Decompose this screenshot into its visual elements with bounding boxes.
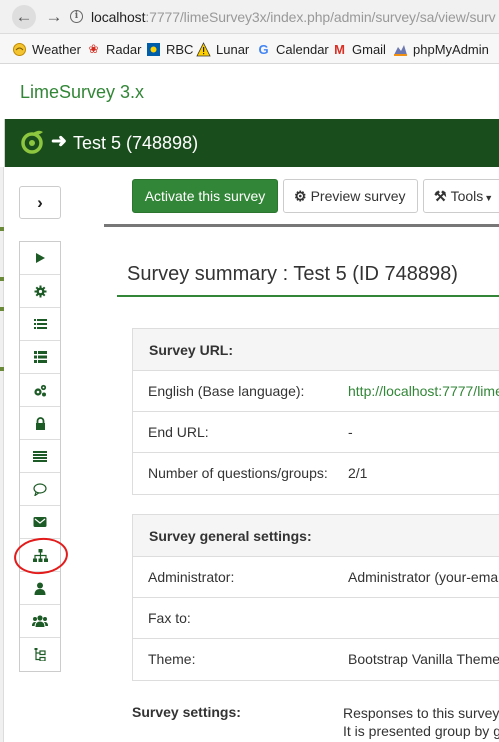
quick-menu-item-email[interactable] xyxy=(20,506,60,539)
toolbar-divider xyxy=(104,224,499,227)
survey-general-settings-panel: Survey general settings: Administrator: … xyxy=(132,514,499,681)
bookmark-gmail[interactable]: M Gmail xyxy=(332,42,386,57)
bookmarks-bar: Weather ❀ Radar RBC Lunar G Calendar M Gmai… xyxy=(0,34,499,64)
row-label: Fax to: xyxy=(148,610,191,626)
row-label: Theme: xyxy=(148,651,196,667)
survey-settings-text: Responses to this survey It is presented… xyxy=(343,705,499,739)
quick-menu-item-settings[interactable] xyxy=(20,275,60,308)
table-row: Administrator: Administrator (your-ema xyxy=(133,557,499,598)
google-icon: G xyxy=(258,42,269,57)
play-icon xyxy=(36,253,45,263)
quick-menu-item-participant[interactable] xyxy=(20,572,60,605)
sidemenu-toggle-button[interactable]: › xyxy=(19,186,61,219)
list-icon xyxy=(33,319,47,329)
forward-arrow-icon[interactable]: → xyxy=(42,5,66,29)
back-arrow-icon[interactable]: ← xyxy=(12,5,36,29)
row-label: Number of questions/groups: xyxy=(148,465,328,481)
bookmark-radar[interactable]: ❀ Radar xyxy=(86,42,141,57)
row-label: English (Base language): xyxy=(148,383,305,399)
quick-menu-item-list-alt[interactable] xyxy=(20,341,60,374)
bookmark-rbc[interactable]: RBC xyxy=(146,42,193,57)
list-alt-icon xyxy=(33,351,47,363)
row-label: Administrator: xyxy=(148,569,235,585)
gear-icon: ⚙ xyxy=(294,188,307,204)
app-brand[interactable]: LimeSurvey 3.x xyxy=(20,82,144,103)
activate-survey-button[interactable]: Activate this survey xyxy=(132,179,278,213)
cogs-icon xyxy=(34,384,47,396)
info-icon[interactable]: i xyxy=(70,10,83,23)
quick-menu-item-text[interactable] xyxy=(20,440,60,473)
table-row: English (Base language): http://localhos… xyxy=(133,371,499,412)
panel-heading: Survey URL: xyxy=(133,329,499,371)
table-row: Theme: Bootstrap Vanilla Theme xyxy=(133,639,499,680)
table-row: Number of questions/groups: 2/1 xyxy=(133,453,499,494)
quick-menu-item-comments[interactable] xyxy=(20,473,60,506)
bars-icon xyxy=(33,450,47,462)
row-value: Bootstrap Vanilla Theme xyxy=(348,651,499,667)
survey-title-bar: ➜ Test 5 (748898) xyxy=(4,119,499,167)
gear-icon xyxy=(34,285,46,297)
row-value: 2/1 xyxy=(348,465,368,481)
arrow-right-icon: ➜ xyxy=(51,131,67,152)
row-value: - xyxy=(348,424,353,440)
preview-survey-button[interactable]: ⚙ Preview survey xyxy=(283,179,418,213)
chevron-right-icon: › xyxy=(37,193,43,212)
survey-url-panel: Survey URL: English (Base language): htt… xyxy=(132,328,499,495)
weather-icon xyxy=(12,42,27,57)
row-label: End URL: xyxy=(148,424,209,440)
browser-address-bar: ← → i localhost:7777/limeSurvey3x/index.… xyxy=(0,0,499,34)
tools-dropdown-button[interactable]: ⚒ Tools▼ xyxy=(423,179,499,213)
quick-menu-item-security[interactable] xyxy=(20,407,60,440)
limesurvey-logo-icon[interactable] xyxy=(19,129,45,155)
table-row: End URL: - xyxy=(133,412,499,453)
quick-menu-item-participants[interactable] xyxy=(20,605,60,638)
user-icon xyxy=(34,582,46,595)
tree-icon xyxy=(34,648,46,661)
quick-menu-item-tree[interactable] xyxy=(20,638,60,671)
survey-url-link[interactable]: http://localhost:7777/lime xyxy=(348,383,499,399)
caret-down-icon: ▼ xyxy=(484,193,494,203)
quick-menu xyxy=(19,241,61,672)
envelope-icon xyxy=(33,517,47,527)
table-row: Fax to: xyxy=(133,598,499,639)
quick-menu-item-advanced[interactable] xyxy=(20,374,60,407)
phpmyadmin-icon xyxy=(393,42,408,57)
bookmark-calendar[interactable]: G Calendar xyxy=(256,42,328,57)
left-edge-strip xyxy=(0,167,4,742)
bookmark-lunar[interactable]: Lunar xyxy=(196,42,249,57)
title-underline xyxy=(117,295,499,297)
wrench-hammer-icon: ⚒ xyxy=(434,188,447,204)
warning-icon xyxy=(196,42,211,57)
lock-icon xyxy=(35,416,45,430)
bookmark-phpmyadmin[interactable]: phpMyAdmin xyxy=(393,42,489,57)
panel-heading: Survey general settings: xyxy=(133,515,499,557)
bookmark-weather[interactable]: Weather xyxy=(12,42,81,57)
survey-settings-label: Survey settings: xyxy=(132,704,241,720)
rbc-icon xyxy=(146,42,161,57)
url-field[interactable]: localhost:7777/limeSurvey3x/index.php/ad… xyxy=(91,9,496,25)
gmail-icon: M xyxy=(334,42,345,57)
comment-icon xyxy=(33,482,47,496)
page-title: Survey summary : Test 5 (ID 748898) xyxy=(127,263,458,285)
row-value: Administrator (your-ema xyxy=(348,569,499,585)
users-icon xyxy=(32,615,48,627)
quick-menu-item-play[interactable] xyxy=(20,242,60,275)
quick-menu-item-list[interactable] xyxy=(20,308,60,341)
survey-title[interactable]: Test 5 (748898) xyxy=(73,133,198,154)
maple-leaf-icon: ❀ xyxy=(88,42,99,56)
